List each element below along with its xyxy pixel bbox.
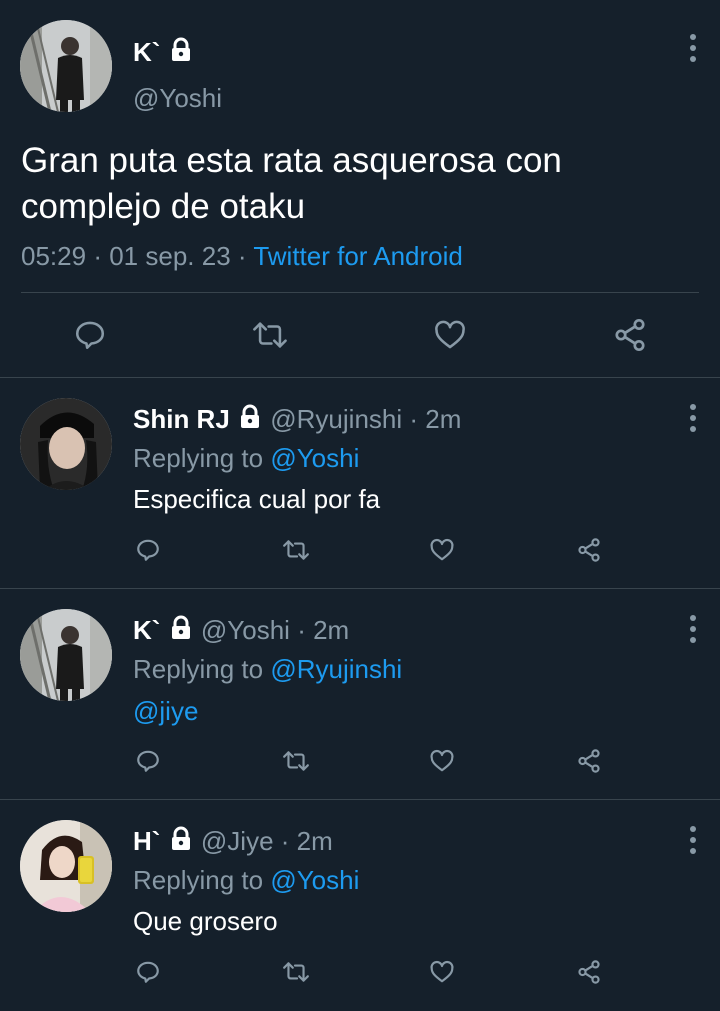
divider bbox=[0, 588, 720, 589]
more-options-icon[interactable] bbox=[683, 32, 703, 64]
like-button[interactable] bbox=[427, 746, 457, 776]
reply-text: Especifica cual por fa bbox=[133, 484, 381, 514]
retweet-button[interactable] bbox=[281, 957, 311, 987]
like-icon bbox=[430, 538, 454, 561]
avatar[interactable] bbox=[20, 398, 112, 490]
avatar[interactable] bbox=[20, 20, 112, 112]
share-icon bbox=[578, 538, 600, 562]
reply-icon bbox=[137, 539, 159, 561]
replying-to-label: Replying to bbox=[133, 865, 264, 895]
author-row: Shin RJ @Ryujinshi · 2m bbox=[133, 403, 461, 435]
like-icon bbox=[430, 960, 454, 983]
tweet-source-link[interactable]: Twitter for Android bbox=[253, 241, 463, 271]
tweet-age: · 2m bbox=[280, 826, 333, 856]
replying-to: Replying to @Yoshi bbox=[133, 442, 359, 474]
more-options-icon[interactable] bbox=[683, 824, 703, 856]
reply-button[interactable] bbox=[133, 535, 163, 565]
like-button[interactable] bbox=[427, 535, 457, 565]
share-icon bbox=[578, 960, 600, 984]
share-icon bbox=[615, 318, 645, 352]
meta-separator: · bbox=[237, 241, 247, 271]
retweet-icon bbox=[253, 322, 287, 348]
more-options-icon[interactable] bbox=[683, 402, 703, 434]
display-name[interactable]: Shin RJ bbox=[133, 404, 230, 434]
lock-icon bbox=[171, 826, 190, 850]
tweet-date: 01 sep. 23 bbox=[109, 241, 231, 271]
tweet-meta: 05:29 · 01 sep. 23 · Twitter for Android bbox=[21, 240, 463, 272]
retweet-button[interactable] bbox=[250, 315, 290, 355]
author-row: H` @Jiye · 2m bbox=[133, 825, 333, 857]
share-button[interactable] bbox=[574, 535, 604, 565]
like-button[interactable] bbox=[430, 315, 470, 355]
reply-text: Que grosero bbox=[133, 906, 278, 936]
avatar[interactable] bbox=[20, 609, 112, 701]
retweet-button[interactable] bbox=[281, 535, 311, 565]
retweet-button[interactable] bbox=[281, 746, 311, 776]
avatar-image bbox=[20, 20, 112, 112]
retweet-icon bbox=[283, 751, 309, 771]
like-button[interactable] bbox=[427, 957, 457, 987]
replying-to-label: Replying to bbox=[133, 654, 264, 684]
replying-to-label: Replying to bbox=[133, 443, 264, 473]
replying-to-link[interactable]: @Ryujinshi bbox=[270, 654, 402, 684]
reply-icon bbox=[75, 321, 105, 350]
avatar-image bbox=[20, 609, 112, 701]
reply-button[interactable] bbox=[133, 957, 163, 987]
author-row: K` bbox=[133, 36, 194, 68]
avatar-image bbox=[20, 398, 112, 490]
replying-to: Replying to @Ryujinshi bbox=[133, 653, 402, 685]
lock-icon bbox=[171, 37, 190, 61]
divider bbox=[0, 377, 720, 378]
tweet-time: 05:29 bbox=[21, 241, 87, 271]
reply-button[interactable] bbox=[133, 746, 163, 776]
reply-button[interactable] bbox=[70, 315, 110, 355]
handle[interactable]: @Jiye bbox=[201, 826, 274, 856]
reply-icon bbox=[137, 750, 159, 772]
retweet-icon bbox=[283, 540, 309, 560]
like-icon bbox=[430, 749, 454, 772]
replying-to: Replying to @Yoshi bbox=[133, 864, 359, 896]
share-button[interactable] bbox=[574, 957, 604, 987]
avatar[interactable] bbox=[20, 820, 112, 912]
lock-icon bbox=[171, 615, 190, 639]
tweet-age: · 2m bbox=[409, 404, 462, 434]
handle[interactable]: @Yoshi bbox=[201, 615, 290, 645]
tweet-age: · 2m bbox=[297, 615, 350, 645]
mention-link[interactable]: @jiye bbox=[133, 695, 198, 727]
handle[interactable]: @Ryujinshi bbox=[270, 404, 402, 434]
more-options-icon[interactable] bbox=[683, 613, 703, 645]
tweet-text-line: Gran puta esta rata asquerosa con bbox=[21, 141, 562, 180]
reply-icon bbox=[137, 961, 159, 983]
display-name[interactable]: K` bbox=[133, 37, 160, 67]
share-icon bbox=[578, 749, 600, 773]
handle[interactable]: @Yoshi bbox=[133, 82, 222, 114]
tweet-text: Gran puta esta rata asquerosa con comple… bbox=[21, 138, 701, 230]
replying-to-link[interactable]: @Yoshi bbox=[270, 865, 359, 895]
display-name[interactable]: H` bbox=[133, 826, 160, 856]
lock-icon bbox=[241, 404, 260, 428]
divider bbox=[0, 799, 720, 800]
meta-separator: · bbox=[93, 241, 102, 271]
avatar-image bbox=[20, 820, 112, 912]
tweet-text-line: complejo de otaku bbox=[21, 187, 306, 226]
retweet-icon bbox=[283, 962, 309, 982]
display-name[interactable]: K` bbox=[133, 615, 160, 645]
like-icon bbox=[435, 320, 465, 349]
author-row: K` @Yoshi · 2m bbox=[133, 614, 349, 646]
share-button[interactable] bbox=[610, 315, 650, 355]
share-button[interactable] bbox=[574, 746, 604, 776]
divider bbox=[21, 292, 699, 293]
replying-to-link[interactable]: @Yoshi bbox=[270, 443, 359, 473]
